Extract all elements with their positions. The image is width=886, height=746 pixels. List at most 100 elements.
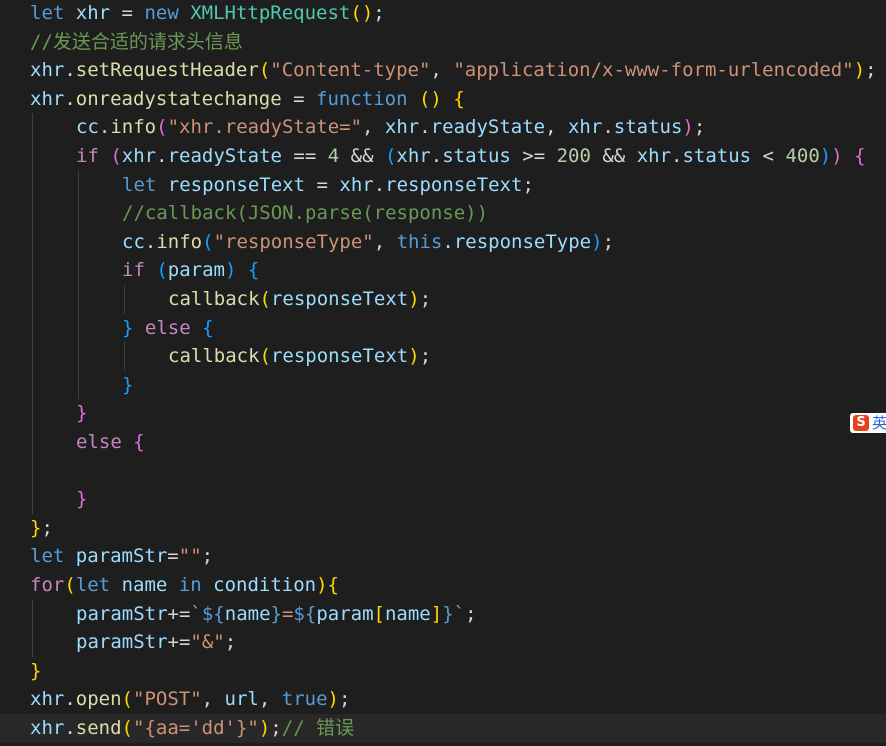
- code-token-variable: responseType: [453, 230, 592, 253]
- code-token-plain: ,: [545, 116, 568, 139]
- code-line[interactable]: }: [0, 371, 886, 400]
- code-token-plain: ,: [201, 688, 225, 711]
- code-token-plain: .: [156, 145, 168, 167]
- code-line[interactable]: paramStr+=`${name}=${param[name]}`;: [0, 600, 886, 629]
- code-token-comment: //发送合适的请求头信息: [30, 30, 243, 53]
- code-token-bracket3: {: [202, 316, 214, 339]
- code-token-plain: ;: [224, 631, 237, 654]
- ime-mode-label: 英: [872, 414, 886, 432]
- code-token-string: =: [281, 602, 294, 625]
- code-line[interactable]: for(let name in condition){: [0, 571, 886, 600]
- code-token-plain: ,: [373, 230, 397, 253]
- code-line-current[interactable]: xhr.send("{aa='dd'}");// 错误: [0, 714, 886, 743]
- code-line[interactable]: let xhr = new XMLHttpRequest();: [0, 0, 886, 28]
- code-token-bracket1: }: [30, 659, 42, 682]
- code-token-variable: cc: [76, 116, 99, 139]
- code-line[interactable]: }: [0, 485, 886, 514]
- code-token-keyword: this: [396, 230, 443, 253]
- code-token-function: callback: [168, 288, 260, 310]
- code-token-variable: cc: [122, 230, 145, 253]
- code-token-variable: name: [384, 602, 431, 625]
- code-line[interactable]: let paramStr="";: [0, 542, 886, 571]
- code-token-bracket1: (): [418, 87, 442, 110]
- code-token-plain: .: [144, 230, 157, 253]
- code-token-plain: ;: [522, 173, 534, 196]
- code-token-variable: paramStr: [75, 545, 168, 568]
- code-token-plain: .: [64, 717, 76, 739]
- code-token-plain: ;: [270, 717, 282, 739]
- code-token-keyword: ${: [201, 602, 225, 625]
- code-line[interactable]: }: [0, 657, 886, 686]
- code-line[interactable]: callback(responseText);: [0, 285, 886, 314]
- code-line[interactable]: };: [0, 514, 886, 543]
- code-token-variable: readyState: [167, 145, 282, 167]
- code-token-control: else: [144, 316, 191, 339]
- code-token-number: 4: [327, 145, 340, 167]
- code-token-string: "&": [190, 631, 225, 654]
- code-line[interactable]: if (param) {: [0, 256, 886, 285]
- sogou-s-icon: S: [853, 415, 869, 431]
- code-token-keyword: let: [30, 2, 65, 24]
- code-token-plain: .: [64, 688, 76, 711]
- code-line[interactable]: cc.info("responseType", this.responseTyp…: [0, 228, 886, 257]
- code-token-bracket3: ): [591, 230, 603, 253]
- code-token-bracket3: {: [247, 259, 260, 282]
- code-token-function: setRequestHeader: [75, 59, 259, 82]
- code-token-plain: ;: [419, 288, 432, 310]
- code-line[interactable]: let responseText = xhr.responseText;: [0, 171, 886, 200]
- code-token-function: onreadystatechange: [75, 87, 282, 110]
- code-token-bracket3: ): [225, 259, 237, 282]
- code-line[interactable]: } else {: [0, 314, 886, 343]
- code-line[interactable]: else {: [0, 428, 886, 457]
- code-token-bracket2: ): [831, 145, 843, 167]
- code-line[interactable]: callback(responseText);: [0, 342, 886, 371]
- code-line[interactable]: xhr.setRequestHeader("Content-type", "ap…: [0, 56, 886, 85]
- code-token-plain: <: [751, 145, 786, 167]
- code-line[interactable]: xhr.onreadystatechange = function () {: [0, 85, 886, 114]
- code-token-bracket1: (: [121, 688, 133, 711]
- code-token-variable: xhr: [396, 145, 431, 167]
- code-token-string: `: [453, 602, 466, 625]
- code-token-string: "": [178, 545, 202, 568]
- code-line[interactable]: //callback(JSON.parse(response)): [0, 199, 886, 228]
- code-token-plain: ;: [373, 2, 385, 24]
- code-line[interactable]: //发送合适的请求头信息: [0, 28, 886, 57]
- code-line[interactable]: xhr.open("POST", url, true);: [0, 685, 886, 714]
- code-token-bracket2: (: [110, 145, 122, 167]
- code-token-control: if: [122, 259, 145, 282]
- code-token-keyword: let: [75, 574, 111, 596]
- code-token-plain: ;: [865, 59, 877, 82]
- code-token-variable: param: [167, 259, 225, 282]
- code-token-comment: // 错误: [281, 717, 355, 739]
- code-token-plain: ,: [430, 59, 454, 82]
- code-token-string: "POST": [133, 688, 202, 711]
- code-token-variable: xhr: [75, 2, 111, 24]
- code-token-function: send: [75, 717, 122, 739]
- code-token-plain: ;: [419, 345, 432, 368]
- code-line[interactable]: }: [0, 399, 886, 428]
- code-token-bracket3: (: [156, 259, 168, 282]
- code-token-bracket1: (): [350, 2, 374, 24]
- code-line[interactable]: cc.info("xhr.readyState=", xhr.readyStat…: [0, 113, 886, 142]
- code-token-bracket1: {: [327, 574, 339, 596]
- code-line[interactable]: paramStr+="&";: [0, 628, 886, 657]
- code-line[interactable]: if (xhr.readyState == 4 && (xhr.status >…: [0, 142, 886, 171]
- code-token-variable: xhr: [30, 87, 65, 110]
- code-token-plain: =: [281, 87, 317, 110]
- ime-indicator[interactable]: S 英: [850, 413, 886, 433]
- code-editor[interactable]: let xhr = new XMLHttpRequest();//发送合适的请求…: [0, 0, 886, 746]
- code-token-number: 200: [556, 145, 591, 167]
- code-line[interactable]: [0, 457, 886, 486]
- code-token-bracket1: (: [64, 574, 76, 596]
- code-token-class: XMLHttpRequest: [190, 2, 351, 24]
- code-token-variable: responseText: [385, 173, 523, 196]
- code-token-variable: xhr: [30, 59, 65, 82]
- code-token-plain: .: [64, 59, 76, 82]
- code-token-keyword: true: [281, 688, 328, 711]
- code-token-variable: status: [442, 145, 511, 167]
